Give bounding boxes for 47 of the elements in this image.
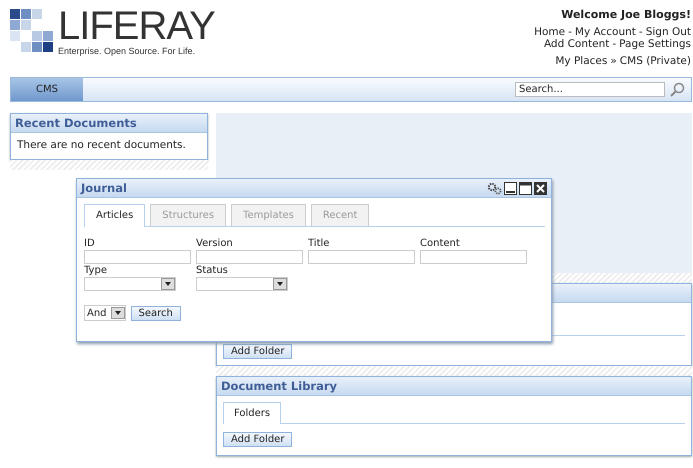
logo-tagline: Enterprise. Open Source. For Life.: [58, 46, 196, 56]
header-link[interactable]: Add Content: [544, 38, 610, 50]
logo-icon: [10, 9, 54, 53]
welcome-text: Welcome Joe Bloggs!: [561, 8, 691, 21]
header-link[interactable]: CMS (Private): [620, 55, 691, 67]
header-link[interactable]: My Account: [574, 26, 636, 38]
journal-tab[interactable]: Articles: [84, 204, 146, 227]
logo-wordmark: LIFERAY: [58, 8, 215, 44]
minimize-icon[interactable]: [504, 182, 517, 194]
header-link[interactable]: Page Settings: [619, 38, 691, 50]
caret-icon[interactable]: [114, 311, 121, 315]
operator-dropdown[interactable]: And: [84, 305, 126, 321]
field-label: Status: [196, 264, 229, 277]
portlet-title: Document Library: [221, 379, 338, 393]
link-separator: -: [638, 26, 643, 38]
field-label: ID: [84, 237, 96, 250]
text-field[interactable]: [84, 250, 191, 264]
operator-value: And: [87, 308, 107, 318]
field-label: Content: [420, 237, 461, 250]
dropdown-field[interactable]: [196, 277, 288, 291]
dropdown-field[interactable]: [84, 277, 176, 291]
link-separator: -: [568, 26, 572, 38]
window-title: Journal: [81, 181, 127, 195]
folders-tab[interactable]: Folders: [223, 402, 282, 424]
close-icon[interactable]: [534, 182, 547, 194]
add-folder-button[interactable]: Add Folder: [223, 344, 292, 359]
header-link[interactable]: Sign Out: [646, 26, 691, 38]
link-separator: -: [612, 38, 616, 50]
field-label: Title: [308, 237, 330, 250]
empty-message: There are no recent documents.: [17, 139, 186, 151]
nav-tab[interactable]: CMS: [11, 78, 83, 101]
text-field[interactable]: [420, 250, 527, 264]
search-icon[interactable]: [669, 82, 685, 98]
caret-icon[interactable]: [165, 282, 171, 286]
link-separator: »: [610, 55, 617, 67]
text-field[interactable]: [196, 250, 303, 264]
header-link[interactable]: Home: [534, 26, 566, 38]
header-link[interactable]: My Places: [555, 55, 608, 67]
text-field[interactable]: [308, 250, 415, 264]
field-label: Type: [84, 264, 108, 277]
search-button[interactable]: Search: [130, 306, 181, 320]
field-label: Version: [196, 237, 234, 250]
gears-icon[interactable]: [487, 182, 502, 194]
portlet-title: Recent Documents: [15, 116, 137, 130]
add-folder-button[interactable]: Add Folder: [223, 432, 292, 447]
search-field[interactable]: Search...: [515, 82, 665, 97]
maximize-icon[interactable]: [519, 182, 532, 194]
